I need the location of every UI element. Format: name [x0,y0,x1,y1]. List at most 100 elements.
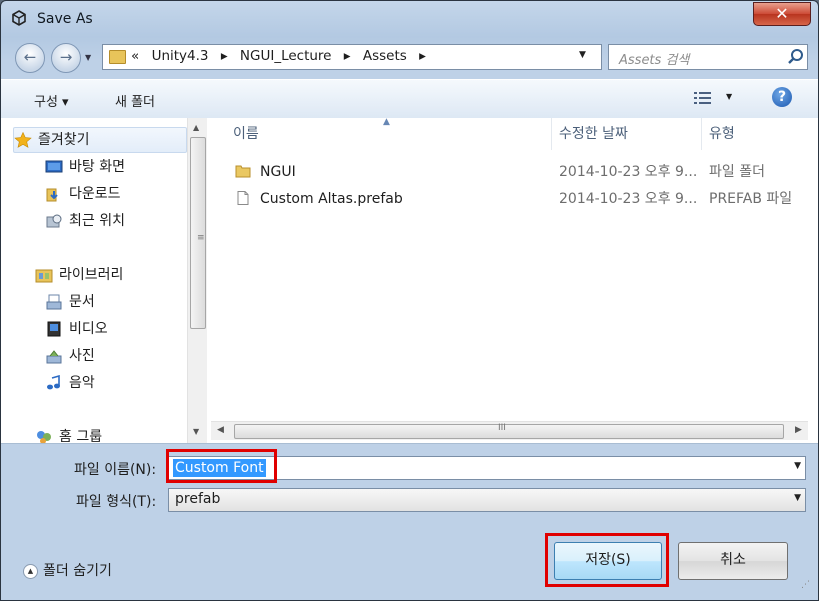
sidebar-item-label: 바탕 화면 [69,159,125,175]
file-type: 파일 폴더 [709,164,765,180]
navigation-pane-scrollbar[interactable]: ▲ ≡ ▼ [187,118,207,443]
chevron-down-icon[interactable]: ▼ [794,461,801,471]
help-icon: ? [777,89,787,105]
breadcrumb: « Unity4.3 ▸ NGUI_Lecture ▸ Assets ▸ [131,48,434,64]
documents-icon [46,294,62,310]
address-bar[interactable]: « Unity4.3 ▸ NGUI_Lecture ▸ Assets ▸ ▼ ⇆ [102,44,695,70]
close-button[interactable]: ✕ [753,2,811,26]
grip-icon: ≡ [197,233,205,243]
breadcrumb-unity[interactable]: Unity4.3 [152,48,209,64]
sidebar-item-label: 라이브러리 [59,267,124,283]
hide-folders-label: 폴더 숨기기 [43,563,112,579]
view-dropdown-icon[interactable]: ▼ [726,92,732,101]
back-arrow-icon: ← [23,48,37,66]
navigation-bar: ← → ▼ « Unity4.3 ▸ NGUI_Lecture ▸ Assets… [1,39,818,75]
sidebar-item-favorites[interactable]: 즐겨찾기 [13,127,187,153]
close-icon: ✕ [775,4,789,23]
help-button[interactable]: ? [772,87,792,107]
breadcrumb-separator-icon[interactable]: ▸ [419,48,426,64]
scroll-left-icon[interactable]: ◀ [217,425,224,435]
back-button[interactable]: ← [15,43,45,73]
pictures-icon [46,350,62,364]
new-folder-button[interactable]: 새 폴더 [115,91,155,110]
file-name-label: 파일 이름(N): [74,462,157,478]
sidebar-item-desktop[interactable]: 바탕 화면 [45,155,125,179]
browser-area: 즐겨찾기 바탕 화면 다운로드 최근 위치 라이브러리 문서 비디오 사진 음악… [1,117,818,444]
sidebar-item-label: 비디오 [69,321,108,337]
star-icon [14,132,32,148]
column-header-label: 유형 [709,126,735,142]
breadcrumb-overflow[interactable]: « [131,48,139,64]
sidebar-item-libraries[interactable]: 라이브러리 [35,263,123,287]
column-header-type[interactable]: 유형 [701,118,818,150]
file-type: PREFAB 파일 [709,191,793,207]
sidebar-item-label: 음악 [69,375,95,391]
desktop-icon [45,160,63,173]
highlight-box-file-name [166,449,277,483]
column-header-date[interactable]: 수정한 날짜 [551,118,702,150]
library-icon [35,269,53,283]
scroll-down-icon[interactable]: ▼ [193,427,199,436]
file-date: 2014-10-23 오후 9... [559,164,698,180]
sidebar-item-label: 최근 위치 [69,213,125,229]
file-type-value: prefab [175,491,221,507]
grip-icon: III [498,423,506,433]
window-title: Save As [37,11,93,27]
column-header-name[interactable]: 이름 ▲ [211,117,552,150]
sidebar-item-pictures[interactable]: 사진 [45,344,95,368]
file-type-label: 파일 형식(T): [76,494,157,510]
file-name: Custom Altas.prefab [260,191,403,207]
sidebar-item-label: 다운로드 [69,186,121,202]
sidebar-item-videos[interactable]: 비디오 [45,317,108,341]
search-box[interactable]: Assets 검색 [608,44,808,70]
chevron-up-icon: ▲ [23,563,38,579]
sidebar-item-label: 홈 그룹 [59,429,103,443]
file-list-scrollbar[interactable]: ◀ III ▶ [211,421,808,440]
resize-grip-icon[interactable]: ⋰ [801,581,810,590]
music-icon [47,375,60,390]
file-row-ngui[interactable]: NGUI 2014-10-23 오후 9... 파일 폴더 [211,159,818,185]
breadcrumb-assets[interactable]: Assets [363,48,407,64]
organize-menu[interactable]: 구성 ▾ [34,91,69,110]
recent-places-icon [46,214,62,228]
navigation-pane: 즐겨찾기 바탕 화면 다운로드 최근 위치 라이브러리 문서 비디오 사진 음악… [13,118,187,443]
scroll-right-icon[interactable]: ▶ [795,425,802,435]
breadcrumb-separator-icon[interactable]: ▸ [344,48,351,64]
file-icon [237,191,249,205]
file-date: 2014-10-23 오후 9... [559,191,698,207]
search-input[interactable]: Assets 검색 [619,49,689,68]
file-type-select[interactable]: prefab ▼ [168,488,806,512]
hide-folders-toggle[interactable]: ▲ 폴더 숨기기 [23,560,112,580]
search-icon[interactable] [787,48,805,66]
column-header-label: 이름 [233,126,259,142]
unity-app-icon [12,10,26,26]
folder-icon [235,165,251,178]
videos-icon [47,321,61,337]
recent-pages-dropdown-icon[interactable]: ▼ [85,53,91,62]
breadcrumb-separator-icon[interactable]: ▸ [221,48,228,64]
folder-icon [109,50,126,64]
sidebar-item-recent[interactable]: 최근 위치 [45,209,125,233]
sidebar-item-music[interactable]: 음악 [45,371,95,395]
title-bar: Save As ✕ [1,1,818,37]
homegroup-icon [37,431,51,443]
scrollbar-thumb[interactable]: ≡ [190,137,206,329]
sidebar-item-documents[interactable]: 문서 [45,290,95,314]
file-row-custom-altas[interactable]: Custom Altas.prefab 2014-10-23 오후 9... P… [211,186,818,212]
download-folder-icon [46,188,58,202]
sidebar-item-downloads[interactable]: 다운로드 [45,182,121,206]
sidebar-item-homegroup[interactable]: 홈 그룹 [35,425,102,443]
forward-button[interactable]: → [51,43,81,73]
save-as-dialog: Save As ✕ ← → ▼ « Unity4.3 ▸ NGUI_Lectur… [0,0,819,601]
command-bar: 구성 ▾ 새 폴더 ▼ ? [1,79,818,119]
highlight-box-save [545,533,669,587]
view-list-icon[interactable] [693,90,713,106]
cancel-button[interactable]: 취소 [678,542,788,580]
file-name: NGUI [260,164,296,180]
chevron-down-icon[interactable]: ▼ [794,493,801,503]
scrollbar-thumb[interactable]: III [234,423,784,439]
forward-arrow-icon: → [59,48,73,66]
breadcrumb-ngui-lecture[interactable]: NGUI_Lecture [240,48,332,64]
scroll-up-icon[interactable]: ▲ [193,123,199,132]
address-dropdown-icon[interactable]: ▼ [579,50,586,60]
